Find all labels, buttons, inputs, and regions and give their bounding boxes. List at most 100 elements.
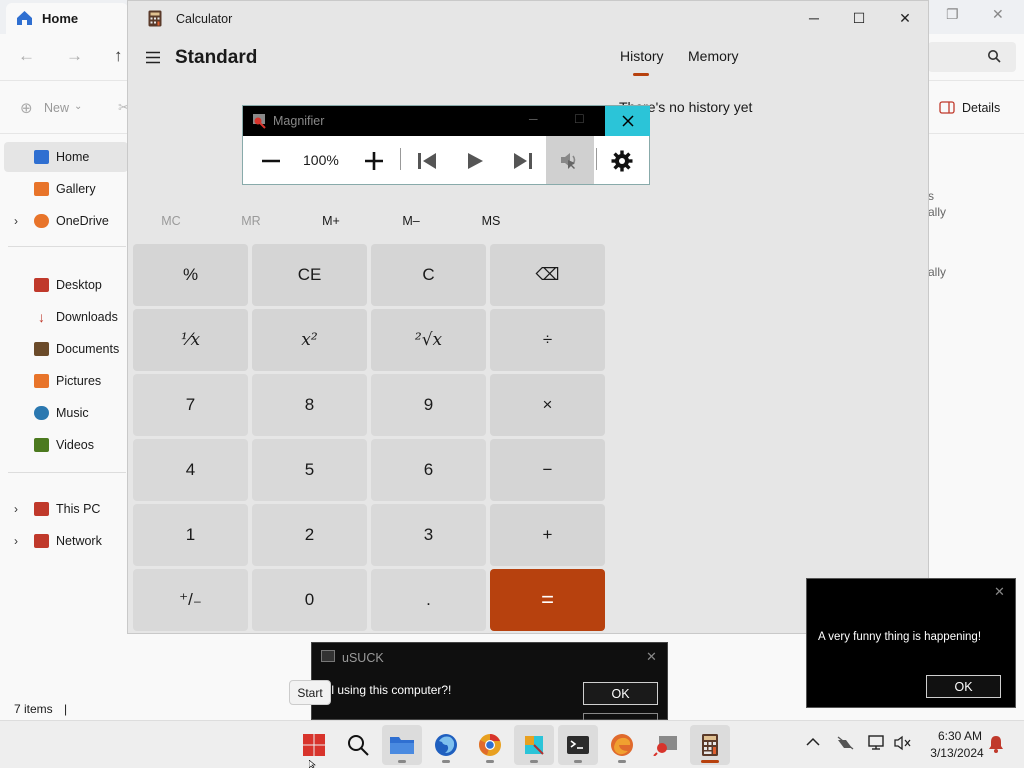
running-indicator — [530, 760, 538, 763]
calculator-window: Calculator ─ ☐ ✕ Standard History Memory… — [127, 0, 929, 634]
tab-history[interactable]: History — [620, 48, 664, 64]
magnifier-separator — [400, 148, 401, 170]
settings-gear-icon[interactable] — [611, 150, 633, 172]
sidebar-item-videos[interactable]: Videos — [4, 430, 128, 460]
close-icon[interactable]: ✕ — [994, 584, 1005, 600]
calculator-mode-title: Standard — [175, 47, 258, 68]
zoom-out-icon[interactable] — [261, 151, 281, 171]
hamburger-menu-icon[interactable] — [145, 51, 161, 64]
sidebar-item-desktop[interactable]: Desktop — [4, 270, 128, 300]
taskbar-magnifier[interactable] — [646, 725, 686, 765]
maximize-icon[interactable]: ☐ — [847, 9, 871, 27]
taskbar-calculator[interactable] — [690, 725, 730, 765]
sidebar-item-this-pc[interactable]: › This PC — [4, 494, 128, 524]
next-paragraph-icon[interactable] — [513, 152, 533, 170]
magnifier-close-button[interactable] — [605, 106, 650, 136]
memory-clear-button[interactable]: MC — [141, 214, 201, 228]
memory-add-button[interactable]: M+ — [301, 214, 361, 228]
magnifier-maximize-icon[interactable]: ☐ — [574, 112, 585, 126]
taskbar-search-button[interactable] — [338, 725, 378, 765]
zoom-in-icon[interactable] — [364, 151, 384, 171]
funny-ok-button[interactable]: OK — [926, 675, 1001, 698]
digit-1-button[interactable]: 1 — [133, 504, 248, 566]
percent-button[interactable]: % — [133, 244, 248, 306]
explorer-tab-home[interactable]: Home — [6, 3, 128, 34]
up-arrow-icon[interactable]: ↑ — [114, 46, 123, 66]
sidebar-item-network[interactable]: › Network — [4, 526, 128, 556]
minimize-icon[interactable]: ─ — [802, 9, 826, 27]
forward-arrow-icon[interactable]: → — [66, 46, 83, 66]
digit-7-button[interactable]: 7 — [133, 374, 248, 436]
chevron-right-icon[interactable]: › — [14, 214, 18, 228]
memory-recall-button[interactable]: MR — [221, 214, 281, 228]
previous-paragraph-icon[interactable] — [417, 152, 437, 170]
taskbar-chrome[interactable] — [470, 725, 510, 765]
negate-button[interactable]: ⁺/₋ — [133, 569, 248, 631]
network-disconnected-icon[interactable] — [836, 736, 854, 750]
tab-memory[interactable]: Memory — [688, 48, 739, 64]
equals-button[interactable]: = — [490, 569, 605, 631]
digit-9-button[interactable]: 9 — [371, 374, 486, 436]
decimal-button[interactable]: . — [371, 569, 486, 631]
magnifier-minimize-icon[interactable]: ─ — [529, 112, 538, 126]
sidebar-item-downloads[interactable]: ↓ Downloads — [4, 302, 128, 332]
divide-button[interactable]: ÷ — [490, 309, 605, 371]
zoom-level: 100% — [303, 152, 339, 168]
digit-8-button[interactable]: 8 — [252, 374, 367, 436]
sidebar-item-label: OneDrive — [56, 214, 109, 228]
start-button[interactable] — [294, 725, 334, 765]
explorer-restore-icon[interactable]: ❐ — [946, 6, 959, 23]
read-from-here-button[interactable] — [546, 136, 594, 184]
back-arrow-icon[interactable]: ← — [18, 46, 35, 66]
sidebar-item-documents[interactable]: Documents — [4, 334, 128, 364]
taskbar-firefox[interactable] — [426, 725, 466, 765]
volume-muted-icon[interactable] — [894, 735, 912, 751]
subtract-button[interactable]: − — [490, 439, 605, 501]
taskbar-snipping-tool[interactable] — [514, 725, 554, 765]
digit-6-button[interactable]: 6 — [371, 439, 486, 501]
taskbar-file-explorer[interactable] — [382, 725, 422, 765]
sidebar-item-gallery[interactable]: Gallery — [4, 174, 128, 204]
play-icon[interactable] — [466, 152, 484, 170]
digit-0-button[interactable]: 0 — [252, 569, 367, 631]
display-icon[interactable] — [868, 735, 886, 751]
memory-subtract-button[interactable]: M– — [381, 214, 441, 228]
digit-3-button[interactable]: 3 — [371, 504, 486, 566]
digit-5-button[interactable]: 5 — [252, 439, 367, 501]
speaker-pointer-icon — [559, 150, 581, 170]
sidebar-item-home[interactable]: Home — [4, 142, 128, 172]
new-button[interactable]: New — [44, 101, 69, 115]
square-button[interactable]: x² — [252, 309, 367, 371]
clear-button[interactable]: C — [371, 244, 486, 306]
clear-entry-button[interactable]: CE — [252, 244, 367, 306]
explorer-close-icon[interactable]: ✕ — [992, 6, 1004, 23]
desktop-icon — [34, 278, 49, 292]
chevron-up-icon[interactable] — [806, 737, 820, 746]
details-button[interactable]: Details — [962, 101, 1000, 115]
chevron-right-icon[interactable]: › — [14, 534, 18, 548]
backspace-button[interactable]: ⌫ — [490, 244, 605, 306]
digit-4-button[interactable]: 4 — [133, 439, 248, 501]
sidebar-item-onedrive[interactable]: › OneDrive — [4, 206, 128, 236]
digit-2-button[interactable]: 2 — [252, 504, 367, 566]
sidebar-item-pictures[interactable]: Pictures — [4, 366, 128, 396]
clock-time[interactable]: 6:30 AM — [935, 729, 985, 743]
right-pane-text: ally — [928, 265, 947, 279]
close-icon[interactable]: ✕ — [646, 649, 657, 665]
taskbar-terminal[interactable] — [558, 725, 598, 765]
taskbar-edge[interactable] — [602, 725, 642, 765]
reciprocal-button[interactable]: ⅟x — [133, 309, 248, 371]
add-button[interactable]: + — [490, 504, 605, 566]
multiply-button[interactable]: × — [490, 374, 605, 436]
chevron-right-icon[interactable]: › — [14, 502, 18, 516]
square-root-button[interactable]: ²√x — [371, 309, 486, 371]
memory-store-button[interactable]: MS — [461, 214, 521, 228]
sidebar-item-music[interactable]: Music — [4, 398, 128, 428]
notification-bell-icon[interactable] — [988, 735, 1004, 753]
explorer-search-box[interactable] — [928, 42, 1016, 72]
calculator-title: Calculator — [176, 12, 233, 26]
usuck-ok-button[interactable]: OK — [583, 682, 658, 705]
clock-date[interactable]: 3/13/2024 — [925, 746, 989, 760]
sidebar-item-label: Documents — [56, 342, 120, 356]
close-icon[interactable]: ✕ — [893, 9, 917, 27]
